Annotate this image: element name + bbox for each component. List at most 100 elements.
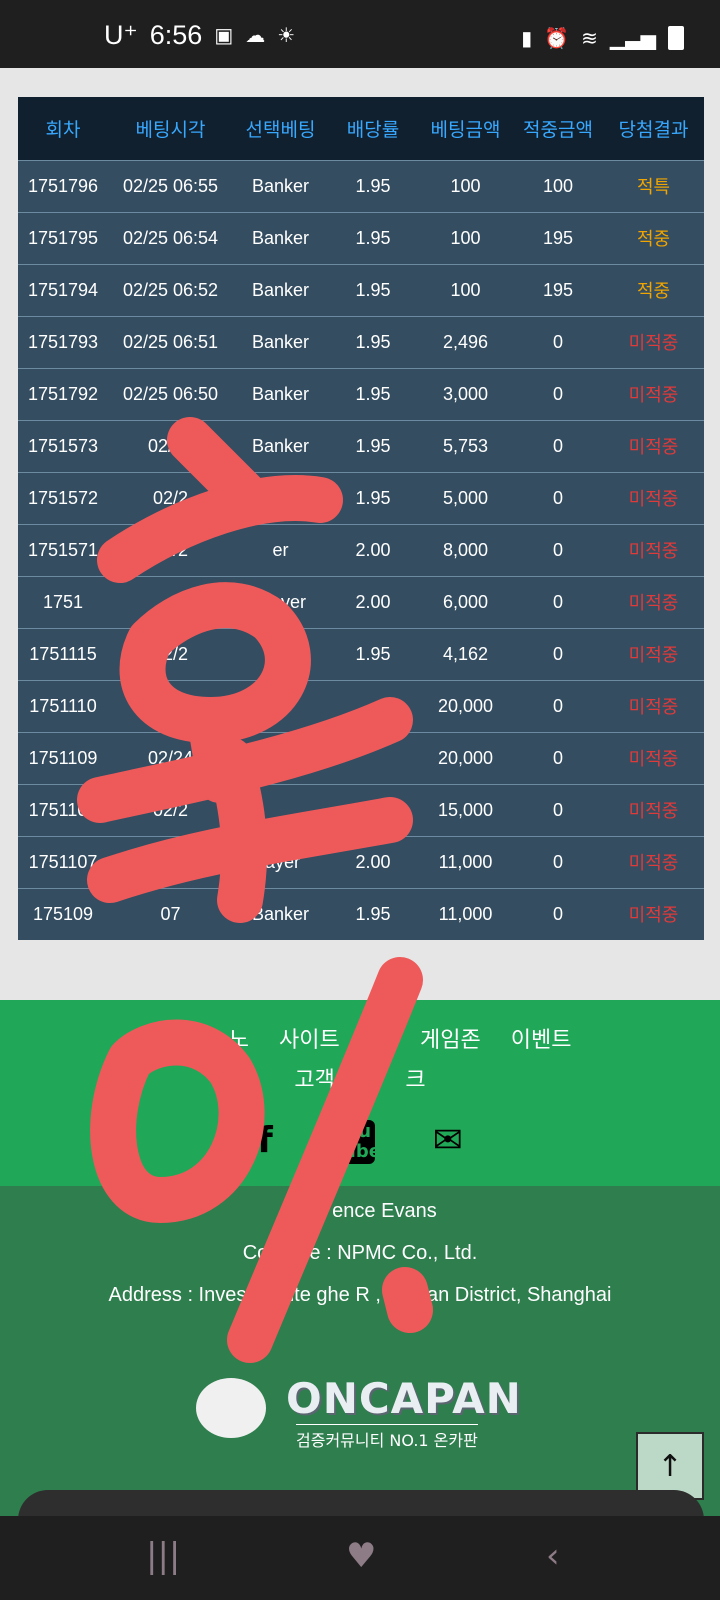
betting-history-table: 회차 베팅시각 선택베팅 배당률 베팅금액 적중금액 당첨결과 1751796 0… [18, 97, 704, 940]
cell-win-amount: 0 [552, 903, 563, 924]
cell-round: 1751794 [27, 279, 99, 300]
logo-chip-icon [196, 1378, 266, 1438]
cell-win-amount: 0 [552, 591, 563, 612]
cell-bet-time: 02/25 06:54 [122, 227, 219, 248]
ceo-text: CEO ence Evans [283, 1200, 437, 1222]
table-row: 1751110 02/ 30 er 20,000 0 미적중 [18, 680, 704, 732]
cell-bet-time: 02/ 30 [145, 695, 196, 716]
cell-bet-amount: 4,162 [442, 643, 489, 664]
email-icon[interactable]: ✉ [433, 1120, 463, 1164]
cell-round: 1751 [42, 591, 84, 612]
cell-result: 미적중 [628, 385, 679, 405]
nav-item-3[interactable]: 노 [229, 1022, 249, 1054]
table-row: 1751792 02/25 06:50 Banker 1.95 3,000 0 미적중 [18, 368, 704, 420]
cell-odds: 1.95 [355, 435, 391, 456]
cell-result: 적특 [636, 177, 671, 197]
address-text: Address : Invest Cente ghe R , Jing'an D… [108, 1284, 612, 1306]
table-row: 1751115 02/2 er 1.95 4,162 0 미적중 [18, 628, 704, 680]
cell-round: 1751109 [28, 747, 98, 768]
cell-bet-amount: 11,000 [438, 903, 493, 924]
cell-bet-time: 02/25 06:52 [122, 279, 219, 300]
cell-odds: 1.95 [355, 487, 391, 508]
arrow-up-icon: ↑ [657, 1448, 683, 1484]
logo-tagline: 검증커뮤니티 NO.1 온카판 [296, 1424, 478, 1451]
cell-win-amount: 0 [552, 747, 563, 768]
cell-win-amount: 0 [552, 851, 563, 872]
table-row: 1751796 02/25 06:55 Banker 1.95 100 100 적특 [18, 160, 704, 212]
back-icon[interactable]: ‹ [546, 1536, 560, 1576]
cell-bet-amount: 5,753 [442, 435, 489, 456]
cell-result: 미적중 [628, 749, 679, 769]
footer-info: CEO ence Evans Corpor e : NPMC Co., Ltd.… [0, 1186, 720, 1516]
facebook-icon[interactable]: f [257, 1120, 273, 1164]
cell-bet-amount: 100 [450, 227, 481, 248]
cell-bet-time [108, 836, 233, 888]
cell-win-amount: 0 [552, 799, 563, 820]
table-row: 1751795 02/25 06:54 Banker 1.95 100 195 적중 [18, 212, 704, 264]
cell-odds: 1.95 [355, 331, 391, 352]
heart-icon[interactable]: ♥ [346, 1536, 376, 1576]
image-icon: ▣ [214, 24, 234, 47]
cell-odds: 1.95 [355, 175, 391, 196]
cell-bet-time: 02/2 [152, 799, 189, 820]
cell-pick: er [272, 643, 289, 664]
header-result: 당첨결과 [618, 119, 689, 141]
cell-round: 1751792 [27, 383, 99, 404]
header-odds: 배당률 [346, 119, 400, 141]
corporate-text: Corpor e : NPMC Co., Ltd. [242, 1242, 478, 1264]
nav-event[interactable]: 이벤트 [511, 1022, 572, 1054]
nav-item-check[interactable]: 크 [405, 1062, 425, 1094]
youtube-icon[interactable]: You Tube [330, 1120, 381, 1164]
nav-item-community[interactable]: 티 [370, 1022, 390, 1054]
cell-result: 미적중 [628, 905, 679, 926]
cell-win-amount: 100 [542, 175, 574, 196]
cell-round: 1751796 [27, 175, 99, 196]
cell-win-amount: 195 [542, 279, 574, 300]
table-row: 1751109 02/24 Pla 20,000 0 미적중 [18, 732, 704, 784]
cell-round: 1751115 [29, 643, 97, 664]
cell-win-amount: 0 [552, 695, 563, 716]
cell-round: 1751793 [27, 331, 99, 352]
nav-item-site[interactable]: 사이트 [279, 1022, 340, 1054]
cell-odds [328, 680, 418, 732]
cell-win-amount: 195 [542, 227, 574, 248]
header-round: 회차 [45, 119, 81, 141]
table-row: 1751573 02/25 Banker 1.95 5,753 0 미적중 [18, 420, 704, 472]
table-row: 1751107 layer 2.00 11,000 0 미적중 [18, 836, 704, 888]
cell-pick: ker [267, 487, 293, 508]
cell-bet-time: 02/25 06:55 [122, 175, 219, 196]
cell-pick: Pla [267, 747, 294, 768]
cell-result: 미적중 [628, 333, 679, 353]
cell-bet-time: 02/2 [152, 539, 189, 560]
cell-pick: Banker [251, 279, 310, 300]
cell-pick: Banker [251, 383, 310, 404]
logo-name: ONCAPAN [286, 1374, 522, 1423]
cell-bet-amount: 20,000 [437, 695, 494, 716]
cell-win-amount: 0 [552, 331, 563, 352]
cell-odds: 1.95 [355, 643, 391, 664]
cell-round: 1751107 [28, 851, 98, 872]
cell-pick [233, 784, 328, 836]
cell-odds: 1.95 [355, 383, 391, 404]
cell-bet-time: 02/2 [152, 487, 189, 508]
cell-bet-time: 02/2 [152, 643, 189, 664]
recent-apps-icon[interactable]: ||| [146, 1536, 180, 1576]
oncapan-logo: ONCAPAN 검증커뮤니티 NO.1 온카판 [196, 1374, 521, 1450]
cell-result: 적중 [636, 281, 671, 301]
header-bet-amount: 베팅금액 [430, 119, 501, 141]
cell-bet-amount: 100 [450, 175, 481, 196]
cell-bet-amount: 5,000 [442, 487, 489, 508]
cell-bet-amount: 3,000 [442, 383, 489, 404]
cell-bet-time: 02/25 06:51 [122, 331, 219, 352]
cell-win-amount: 0 [552, 383, 563, 404]
system-nav-bar: ||| ♥ ‹ [0, 1516, 720, 1600]
cell-round: 1751571 [27, 539, 99, 560]
cell-bet-amount: 20,000 [437, 747, 494, 768]
wifi-icon: ≋ [581, 26, 598, 50]
cell-result: 적중 [636, 229, 671, 249]
nav-customer-center[interactable]: 고객센터 [294, 1062, 375, 1094]
cell-odds: 1.95 [355, 227, 391, 248]
nav-home[interactable]: 홈 [149, 1022, 169, 1054]
nav-gamezone[interactable]: 게임존 [420, 1022, 481, 1054]
cell-pick: Banker [251, 227, 310, 248]
